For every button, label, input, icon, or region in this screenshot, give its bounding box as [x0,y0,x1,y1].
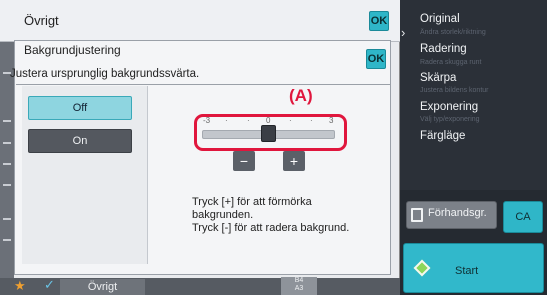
slider-tick: 3 [329,116,334,125]
menu-item-original[interactable]: Original [420,13,460,25]
callout-label: (A) [289,86,313,105]
ovrigt-title: Övrigt [24,13,59,28]
start-label: Start [455,265,479,277]
slider-tick: · [225,116,228,125]
star-icon[interactable]: ★ [14,278,28,294]
paper-size: B4 [294,277,304,284]
ovrigt-header [0,0,400,42]
off-button[interactable]: Off [28,96,132,120]
checkmark-icon[interactable]: ✓ [44,277,58,293]
strip-mark [3,218,11,220]
bottom-tab-ovrigt[interactable]: Övrigt [60,279,145,295]
menu-item-radering[interactable]: Radering [420,43,467,55]
dialog-title: Bakgrundjustering [24,43,121,57]
plus-button[interactable]: + [283,151,305,171]
menu-item-sub: Radera skugga runt [420,59,482,66]
chevron-right-icon[interactable]: › [401,25,405,40]
preview-label: Förhandsgr. [428,207,487,219]
strip-mark [3,120,11,122]
divider [16,84,390,85]
ovrigt-ok-button[interactable]: OK [369,11,389,31]
strip-mark [3,163,11,165]
slider-tick: · [289,116,292,125]
strip-mark [3,184,11,186]
paper-size: A3 [294,285,304,292]
menu-item-exponering[interactable]: Exponering [420,101,478,113]
menu-item-skarpa[interactable]: Skärpa [420,72,456,84]
menu-item-sub: Ändra storlek/riktning [420,29,486,36]
menu-item-sub: Välj typ/exponering [420,116,480,123]
help-line: Tryck [-] för att radera bakgrund. [192,222,350,234]
slider-thumb[interactable] [260,125,276,142]
paper-size-indicator: B4 A3 [281,277,317,295]
ca-button[interactable]: CA [503,201,543,233]
slider-tick: · [247,116,250,125]
help-line: Tryck [+] för att förmörka [192,196,312,208]
dialog-ok-button[interactable]: OK [366,49,386,69]
on-button[interactable]: On [28,129,132,153]
slider-tick: 0 [266,116,271,125]
slider-tick: · [310,116,313,125]
preview-icon [411,208,423,222]
menu-item-sub: Justera bildens kontur [420,87,489,94]
menu-item-fargelage[interactable]: Färgläge [420,130,465,142]
slider-tick: -3 [203,116,211,125]
dialog-description: Justera ursprunglig bakgrundssvärta. [10,68,200,80]
minus-button[interactable]: − [233,151,255,171]
strip-mark [3,142,11,144]
help-text: Tryck [+] för att förmörka bakgrunden. T… [192,196,382,235]
help-line: bakgrunden. [192,209,254,221]
strip-mark [3,239,11,241]
